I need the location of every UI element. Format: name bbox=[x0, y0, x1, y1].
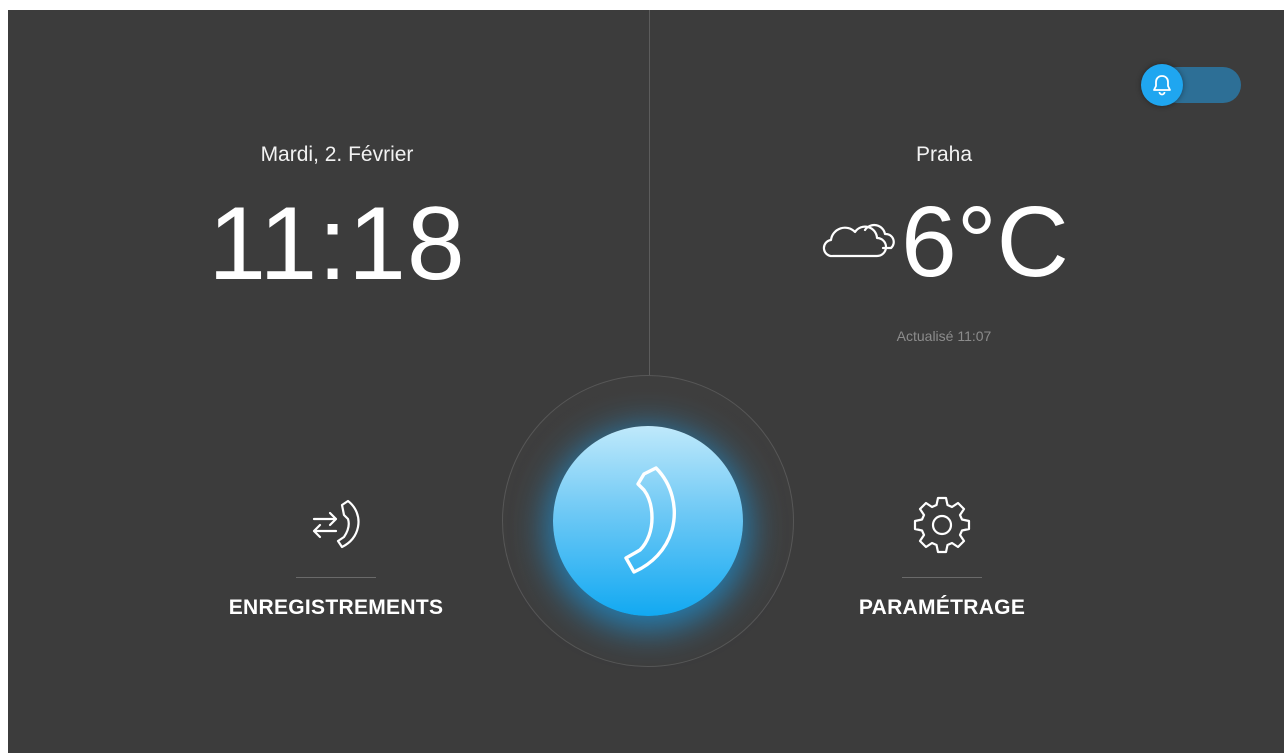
date-label: Mardi, 2. Février bbox=[260, 143, 414, 166]
gear-icon bbox=[913, 496, 971, 554]
settings-icon-wrap bbox=[812, 490, 1072, 560]
city-label: Praha bbox=[915, 143, 973, 166]
weather-updated-label: Actualisé 11:07 bbox=[896, 328, 992, 344]
settings-divider bbox=[902, 577, 982, 578]
records-button[interactable]: ENREGISTREMENTS bbox=[206, 490, 466, 620]
temperature-value: 6°C bbox=[901, 186, 1069, 298]
bell-icon bbox=[1153, 75, 1171, 96]
toggle-knob[interactable] bbox=[1141, 64, 1183, 106]
records-icon-wrap bbox=[206, 490, 466, 560]
settings-button[interactable]: PARAMÉTRAGE bbox=[812, 490, 1072, 620]
weather-row: 6°C bbox=[744, 192, 1144, 292]
vertical-divider bbox=[649, 10, 650, 376]
records-label: ENREGISTREMENTS bbox=[228, 596, 444, 619]
cloud-icon bbox=[822, 223, 895, 258]
call-log-icon bbox=[312, 499, 360, 549]
phone-handset-icon bbox=[624, 466, 676, 574]
records-divider bbox=[296, 577, 376, 578]
settings-label: PARAMÉTRAGE bbox=[858, 596, 1026, 619]
clock-time: 11:18 bbox=[208, 186, 466, 302]
notifications-toggle[interactable] bbox=[1141, 64, 1241, 106]
home-screen: Mardi, 2. Février 11:18 Praha 6°C Actual… bbox=[8, 10, 1284, 753]
call-button[interactable] bbox=[553, 426, 743, 616]
